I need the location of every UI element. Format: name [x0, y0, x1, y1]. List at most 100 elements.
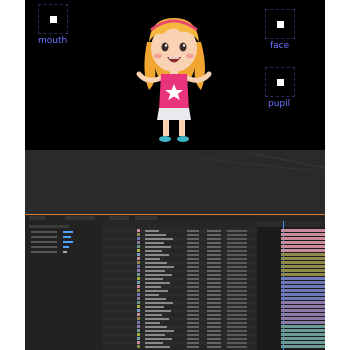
tab-effect-controls[interactable]	[65, 216, 95, 220]
layer-parent-bar	[207, 254, 221, 256]
layer-color-swatch[interactable]	[137, 289, 140, 292]
track-bar[interactable]	[281, 313, 325, 316]
layer-color-swatch[interactable]	[137, 249, 140, 252]
track-bar[interactable]	[281, 293, 325, 296]
layer-stretch-bar	[227, 274, 247, 276]
track-bar[interactable]	[281, 289, 325, 292]
track-bar[interactable]	[281, 309, 325, 312]
time-ruler[interactable]	[257, 221, 325, 227]
layer-row[interactable]	[103, 345, 257, 349]
track-bar[interactable]	[281, 329, 325, 332]
layer-color-swatch[interactable]	[137, 293, 140, 296]
layer-parent-bar	[207, 242, 221, 244]
layer-color-swatch[interactable]	[137, 305, 140, 308]
tab-project[interactable]	[29, 216, 45, 220]
layer-color-swatch[interactable]	[137, 337, 140, 340]
track-bar[interactable]	[281, 325, 325, 328]
layer-color-swatch[interactable]	[137, 309, 140, 312]
composition-viewer[interactable]: mouth face pupil	[25, 0, 325, 150]
layer-stretch-bar	[227, 330, 247, 332]
layer-color-swatch[interactable]	[137, 325, 140, 328]
track-bar[interactable]	[281, 249, 325, 252]
layer-name-bar	[145, 230, 159, 232]
track-bar[interactable]	[281, 253, 325, 256]
track-bar[interactable]	[281, 345, 325, 348]
layer-color-swatch[interactable]	[137, 285, 140, 288]
track-bar[interactable]	[281, 305, 325, 308]
track-bar[interactable]	[281, 301, 325, 304]
layer-list[interactable]	[103, 221, 257, 350]
layer-color-swatch[interactable]	[137, 333, 140, 336]
layer-name-bar	[145, 322, 160, 324]
track-bar[interactable]	[281, 241, 325, 244]
layer-mode-bar	[187, 234, 199, 236]
layer-color-swatch[interactable]	[137, 313, 140, 316]
track-bar[interactable]	[281, 265, 325, 268]
track-bar[interactable]	[281, 281, 325, 284]
layer-color-swatch[interactable]	[137, 237, 140, 240]
layer-color-swatch[interactable]	[137, 265, 140, 268]
layer-color-swatch[interactable]	[137, 277, 140, 280]
tab-footage[interactable]	[135, 216, 157, 220]
layer-color-swatch[interactable]	[137, 329, 140, 332]
track-bar[interactable]	[281, 269, 325, 272]
layer-color-swatch[interactable]	[137, 297, 140, 300]
mouth-control-icon	[50, 16, 57, 23]
track-bar[interactable]	[281, 233, 325, 236]
track-bar[interactable]	[281, 277, 325, 280]
layer-color-swatch[interactable]	[137, 269, 140, 272]
track-bar[interactable]	[281, 261, 325, 264]
layer-mode-bar	[187, 314, 199, 316]
mouth-control[interactable]	[38, 4, 68, 34]
layer-mode-bar	[187, 262, 199, 264]
tab-composition[interactable]	[109, 216, 129, 220]
layer-parent-bar	[207, 306, 221, 308]
layer-color-swatch[interactable]	[137, 345, 140, 348]
layer-parent-bar	[207, 326, 221, 328]
layer-color-swatch[interactable]	[137, 321, 140, 324]
track-bar[interactable]	[281, 273, 325, 276]
layer-color-swatch[interactable]	[137, 281, 140, 284]
layer-color-swatch[interactable]	[137, 301, 140, 304]
layer-mode-bar	[187, 302, 199, 304]
track-bar[interactable]	[281, 341, 325, 344]
layer-name-bar	[145, 306, 164, 308]
layer-stretch-bar	[227, 258, 247, 260]
layer-name-bar	[145, 234, 166, 236]
track-bar[interactable]	[281, 285, 325, 288]
layer-color-swatch[interactable]	[137, 229, 140, 232]
layer-color-swatch[interactable]	[137, 261, 140, 264]
layer-color-swatch[interactable]	[137, 317, 140, 320]
track-bar[interactable]	[281, 229, 325, 232]
track-bar[interactable]	[281, 333, 325, 336]
layer-name-bar	[145, 246, 171, 248]
track-bar[interactable]	[281, 237, 325, 240]
layer-color-swatch[interactable]	[137, 257, 140, 260]
layer-color-swatch[interactable]	[137, 273, 140, 276]
pupil-control[interactable]	[265, 67, 295, 97]
track-bar[interactable]	[281, 321, 325, 324]
track-bar[interactable]	[281, 297, 325, 300]
layer-stretch-bar	[227, 322, 247, 324]
layer-mode-bar	[187, 306, 199, 308]
timeline-tracks[interactable]	[257, 221, 325, 350]
track-bar[interactable]	[281, 257, 325, 260]
layer-name-bar	[145, 318, 169, 320]
track-bar[interactable]	[281, 337, 325, 340]
app-window: mouth face pupil	[25, 0, 325, 350]
character-illustration-icon	[136, 18, 212, 142]
layer-color-swatch[interactable]	[137, 241, 140, 244]
layer-color-swatch[interactable]	[137, 253, 140, 256]
layer-stretch-bar	[227, 310, 247, 312]
layer-parent-bar	[207, 286, 221, 288]
layer-color-swatch[interactable]	[137, 233, 140, 236]
layer-name-bar	[145, 330, 174, 332]
layer-name-bar	[145, 294, 159, 296]
layer-color-swatch[interactable]	[137, 341, 140, 344]
track-bar[interactable]	[281, 245, 325, 248]
track-bar[interactable]	[281, 317, 325, 320]
face-control[interactable]	[265, 9, 295, 39]
layer-parent-bar	[207, 258, 221, 260]
layer-color-swatch[interactable]	[137, 245, 140, 248]
mouth-label: mouth	[38, 36, 68, 46]
